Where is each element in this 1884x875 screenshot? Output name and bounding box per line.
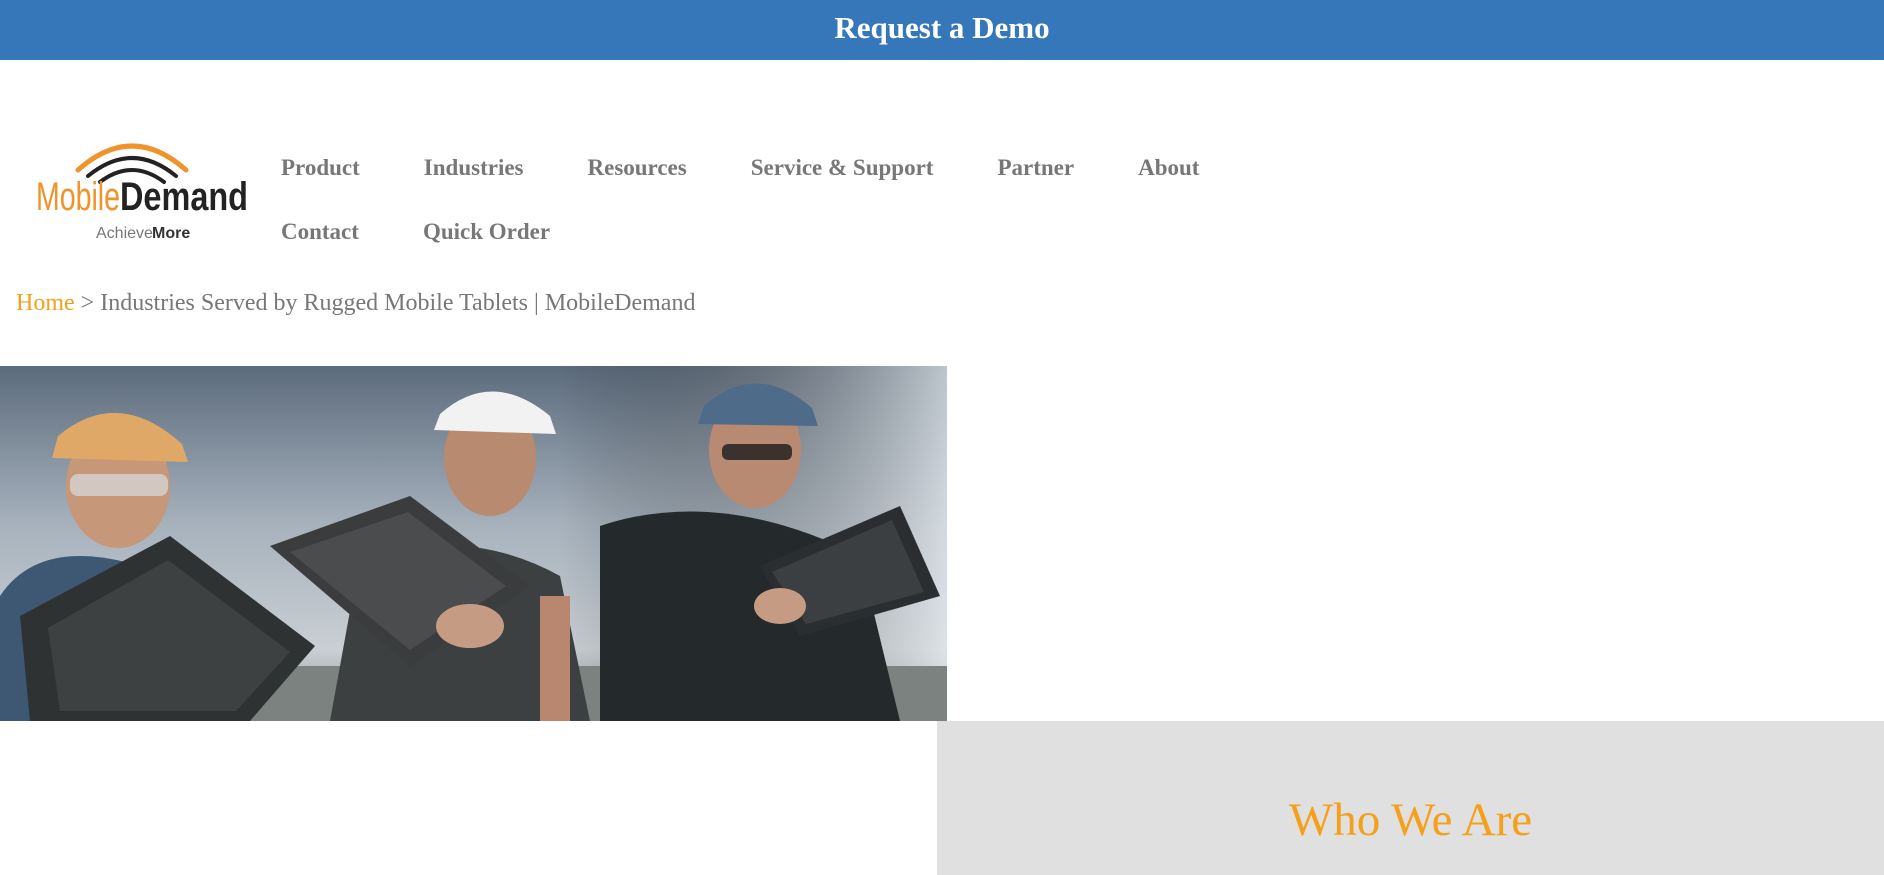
logo-mobile-text: Mobile bbox=[36, 175, 120, 219]
logo-demand-text: Demand bbox=[120, 175, 248, 219]
nav-item-partner[interactable]: Partner bbox=[997, 150, 1074, 186]
breadcrumb: Home > Industries Served by Rugged Mobil… bbox=[16, 290, 695, 317]
nav-item-industries[interactable]: Industries bbox=[424, 150, 524, 186]
nav-item-about[interactable]: About bbox=[1138, 150, 1199, 186]
main-nav: Product Industries Resources Service & S… bbox=[281, 150, 1281, 250]
logo-tagline-achieve: Achieve bbox=[96, 225, 153, 242]
nav-item-resources[interactable]: Resources bbox=[588, 150, 687, 186]
nav-item-product[interactable]: Product bbox=[281, 150, 360, 186]
nav-item-contact[interactable]: Contact bbox=[281, 214, 359, 250]
logo-graphic: Mobile Demand Achieve More bbox=[36, 143, 248, 242]
request-demo-bar[interactable]: Request a Demo bbox=[0, 0, 1884, 60]
logo-tagline-more: More bbox=[152, 225, 190, 242]
request-demo-link[interactable]: Request a Demo bbox=[834, 10, 1049, 46]
workers-tablets-photo bbox=[0, 366, 947, 721]
hero-image bbox=[0, 366, 947, 721]
who-we-are-heading: Who We Are bbox=[1288, 794, 1533, 846]
breadcrumb-separator: > bbox=[74, 290, 101, 316]
mobiledemand-logo[interactable]: Mobile Demand Achieve More bbox=[34, 124, 250, 246]
who-we-are-panel: Who We Are bbox=[937, 721, 1884, 875]
breadcrumb-current: Industries Served by Rugged Mobile Table… bbox=[100, 290, 696, 316]
breadcrumb-home-link[interactable]: Home bbox=[16, 290, 75, 316]
nav-item-quick-order[interactable]: Quick Order bbox=[423, 214, 550, 250]
nav-item-service-support[interactable]: Service & Support bbox=[751, 150, 934, 186]
